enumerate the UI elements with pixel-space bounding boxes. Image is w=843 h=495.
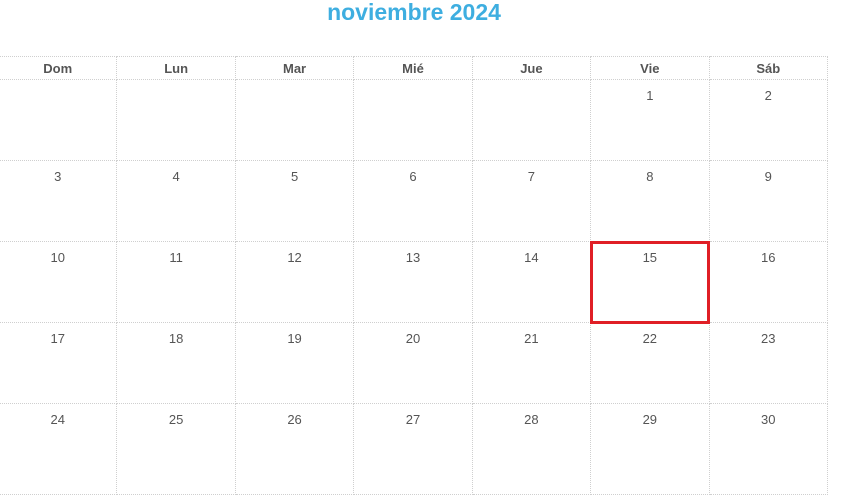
- calendar-day-cell-7[interactable]: 7: [471, 160, 592, 242]
- day-number: 7: [527, 169, 536, 184]
- calendar-empty-cell: [353, 79, 473, 161]
- day-number: 19: [287, 331, 302, 346]
- weekday-header-sat: Sáb: [708, 56, 829, 80]
- calendar-day-cell-29[interactable]: 29: [590, 403, 710, 495]
- calendar-day-cell-9[interactable]: 9: [708, 160, 829, 242]
- calendar-day-cell-6[interactable]: 6: [353, 160, 473, 242]
- calendar-day-cell-10[interactable]: 10: [0, 241, 118, 323]
- weekday-header-fri: Vie: [590, 56, 710, 80]
- weekday-header-tue: Mar: [234, 56, 355, 80]
- calendar-day-cell-11[interactable]: 11: [116, 241, 236, 323]
- day-number: 9: [764, 169, 772, 184]
- day-number: 21: [524, 331, 539, 346]
- calendar-day-cell-3[interactable]: 3: [0, 160, 118, 242]
- calendar-day-cell-2[interactable]: 2: [708, 79, 829, 161]
- calendar-week-row: 24 25 26 27 28 29 30: [0, 403, 829, 495]
- calendar-empty-cell: [0, 79, 118, 161]
- day-number: 14: [524, 250, 539, 265]
- day-number: 18: [168, 331, 184, 346]
- month-calendar: Dom Lun Mar Mié Jue Vie Sáb 1 2 3 4 5 6 7 8 9 10 1…: [0, 56, 829, 495]
- calendar-day-cell-24[interactable]: 24: [0, 403, 118, 495]
- day-number: 23: [761, 331, 776, 346]
- calendar-day-cell-20[interactable]: 20: [353, 322, 473, 404]
- calendar-day-cell-16[interactable]: 16: [708, 241, 829, 323]
- calendar-day-cell-15[interactable]: 15: [589, 240, 711, 324]
- calendar-day-cell-8[interactable]: 8: [590, 160, 710, 242]
- calendar-day-cell-22[interactable]: 22: [590, 322, 710, 404]
- weekday-header-sun: Dom: [0, 56, 118, 80]
- calendar-day-cell-17[interactable]: 17: [0, 322, 118, 404]
- day-number: 4: [172, 169, 180, 184]
- calendar-day-cell-26[interactable]: 26: [234, 403, 355, 495]
- calendar-day-cell-25[interactable]: 25: [116, 403, 236, 495]
- calendar-empty-cell: [234, 79, 355, 161]
- calendar-day-cell-30[interactable]: 30: [708, 403, 829, 495]
- calendar-day-cell-13[interactable]: 13: [353, 241, 473, 323]
- calendar-day-cell-23[interactable]: 23: [708, 322, 829, 404]
- day-number: 16: [761, 250, 776, 265]
- day-number: 3: [54, 169, 62, 184]
- day-number: 12: [287, 250, 302, 265]
- day-number: 28: [524, 412, 539, 427]
- calendar-day-cell-12[interactable]: 12: [234, 241, 355, 323]
- day-number: 30: [761, 412, 776, 427]
- day-number: 6: [409, 169, 417, 184]
- calendar-day-cell-1[interactable]: 1: [590, 79, 710, 161]
- day-number: 27: [405, 412, 421, 427]
- day-number: 13: [405, 250, 421, 265]
- day-number: 20: [405, 331, 421, 346]
- day-number: 25: [168, 412, 184, 427]
- day-number: 17: [50, 331, 65, 346]
- day-number: 5: [290, 169, 299, 184]
- day-number: 22: [642, 331, 658, 346]
- calendar-empty-cell: [471, 79, 592, 161]
- day-number: 26: [287, 412, 302, 427]
- calendar-week-row: 10 11 12 13 14 15 16: [0, 240, 829, 324]
- calendar-day-cell-27[interactable]: 27: [353, 403, 473, 495]
- calendar-day-cell-5[interactable]: 5: [234, 160, 355, 242]
- day-number: 2: [764, 88, 772, 103]
- weekday-header-mon: Lun: [116, 56, 236, 80]
- calendar-week-row: 3 4 5 6 7 8 9: [0, 160, 829, 242]
- calendar-day-cell-14[interactable]: 14: [471, 241, 592, 323]
- day-number: 1: [646, 88, 654, 103]
- day-number: 24: [50, 412, 65, 427]
- weekday-header-row: Dom Lun Mar Mié Jue Vie Sáb: [0, 56, 829, 80]
- day-number: 15: [642, 250, 658, 265]
- page-title: noviembre 2024: [327, 0, 501, 25]
- calendar-day-cell-28[interactable]: 28: [471, 403, 592, 495]
- day-number: 8: [646, 169, 654, 184]
- weekday-header-thu: Jue: [471, 56, 592, 80]
- day-number: 29: [642, 412, 658, 427]
- calendar-day-cell-21[interactable]: 21: [471, 322, 592, 404]
- calendar-week-row: 17 18 19 20 21 22 23: [0, 322, 829, 404]
- calendar-week-row: 12: [0, 79, 829, 161]
- day-number: 10: [50, 250, 65, 265]
- weekday-header-wed: Mié: [353, 56, 473, 80]
- calendar-empty-cell: [116, 79, 236, 161]
- calendar-day-cell-19[interactable]: 19: [234, 322, 355, 404]
- calendar-day-cell-4[interactable]: 4: [116, 160, 236, 242]
- calendar-day-cell-18[interactable]: 18: [116, 322, 236, 404]
- day-number: 11: [169, 250, 183, 265]
